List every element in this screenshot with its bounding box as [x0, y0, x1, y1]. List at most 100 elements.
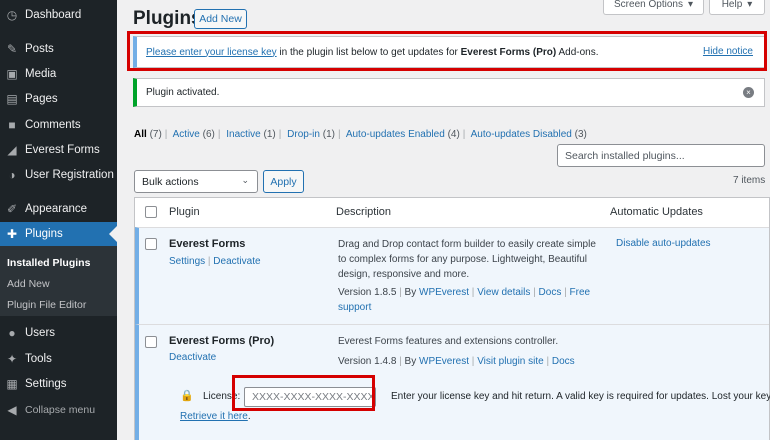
screen-options-label: Screen Options — [614, 0, 683, 10]
apply-button[interactable]: Apply — [263, 170, 304, 193]
menu-item-settings[interactable]: ▦ Settings — [0, 371, 117, 396]
row-checkbox[interactable] — [145, 238, 157, 250]
menu-label: Plugins — [25, 228, 63, 240]
pin-icon: ✎ — [6, 41, 18, 56]
row-checkbox[interactable] — [145, 336, 157, 348]
retrieve-key-link[interactable]: Retrieve it here — [180, 411, 248, 422]
hide-notice-link[interactable]: Hide notice — [703, 46, 753, 57]
caret-down-icon: ▾ — [747, 0, 753, 10]
collapse-label: Collapse menu — [25, 403, 96, 416]
submenu-plugin-file-editor[interactable]: Plugin File Editor — [7, 299, 86, 311]
menu-label: User Registration — [25, 168, 114, 181]
menu-label: Dashboard — [25, 8, 82, 21]
notice-text: Please enter your license key in the plu… — [146, 47, 599, 58]
license-placeholder: XXXX-XXXX-XXXX-XXXX — [252, 391, 375, 403]
submenu-add-new[interactable]: Add New — [7, 278, 50, 290]
filter-all[interactable]: All (7) — [134, 129, 162, 140]
license-notice: Please enter your license key in the plu… — [133, 36, 766, 68]
dashboard-icon: ◷ — [6, 7, 18, 22]
notice-text-part: Add-ons. — [556, 46, 599, 58]
license-label: License: — [203, 391, 241, 402]
menu-item-everest-forms[interactable]: ◢ Everest Forms — [0, 137, 117, 162]
menu-label: Appearance — [25, 202, 88, 215]
table-row: Everest Forms Settings | Deactivate Drag… — [135, 227, 769, 324]
users-icon: ● — [8, 325, 16, 340]
menu-label: Tools — [25, 352, 52, 365]
notice-plugin-name: Everest Forms (Pro) — [460, 46, 557, 58]
author-link[interactable]: WPEverest — [419, 356, 469, 367]
collapse-icon: ◀ — [7, 402, 17, 417]
filter-auto-updates-disabled[interactable]: Auto-updates Disabled (3) — [471, 129, 587, 140]
select-all-checkbox[interactable] — [145, 206, 157, 218]
filter-auto-updates-enabled[interactable]: Auto-updates Enabled (4) — [346, 129, 460, 140]
search-plugins-input[interactable]: Search installed plugins... — [557, 144, 765, 167]
menu-item-plugins[interactable]: ✚ Plugins — [0, 222, 117, 246]
docs-link[interactable]: Docs — [539, 287, 562, 298]
author-link[interactable]: WPEverest — [419, 287, 469, 298]
submenu-installed-plugins[interactable]: Installed Plugins — [7, 257, 90, 269]
menu-item-posts[interactable]: ✎ Posts — [0, 36, 117, 61]
filter-active[interactable]: Active (6) — [173, 129, 215, 140]
wrench-icon: ✦ — [6, 351, 18, 366]
screen-options-button[interactable]: Screen Options ▾ — [603, 0, 704, 15]
plugin-description: Everest Forms features and extensions co… — [338, 334, 558, 349]
plugin-version: Version 1.8.5 — [338, 287, 397, 298]
deactivate-link[interactable]: Deactivate — [169, 352, 216, 363]
page-icon: ▤ — [6, 91, 18, 106]
disable-auto-updates-link[interactable]: Disable auto-updates — [616, 238, 711, 249]
activated-text: Plugin activated. — [146, 87, 220, 98]
filter-drop-in[interactable]: Drop-in (1) — [287, 129, 335, 140]
plugin-actions: Settings | Deactivate — [169, 256, 261, 267]
license-row: 🔒 License: XXXX-XXXX-XXXX-XXXX Enter you… — [135, 376, 770, 440]
settings-link[interactable]: Settings — [169, 256, 205, 267]
menu-label: Media — [25, 67, 57, 80]
menu-label: Everest Forms — [25, 143, 100, 156]
free-support-link-wrap[interactable]: support — [338, 302, 371, 313]
menu-item-user-registration[interactable]: ◑ User Registration — [0, 162, 117, 187]
plugin-actions: Deactivate — [169, 352, 216, 363]
description-line: to complex forms for any purpose. Lightw… — [338, 254, 588, 265]
lock-icon: 🔒 — [180, 390, 194, 402]
page-title: Plugins — [133, 8, 202, 29]
plugin-description: Drag and Drop contact form builder to ea… — [338, 237, 596, 282]
column-header-description: Description — [336, 206, 392, 218]
menu-item-dashboard[interactable]: ◷ Dashboard — [0, 2, 117, 27]
retrieve-key-text: Retrieve it here. — [180, 411, 251, 422]
plugin-icon: ✚ — [6, 227, 18, 241]
menu-item-comments[interactable]: ■ Comments — [0, 112, 117, 137]
docs-link[interactable]: Docs — [552, 356, 575, 367]
caret-down-icon: ▾ — [687, 0, 693, 10]
free-support-link[interactable]: Free — [570, 287, 591, 298]
table-row: Everest Forms (Pro) Deactivate Everest F… — [135, 324, 769, 376]
menu-label: Pages — [25, 92, 58, 105]
visit-plugin-site-link[interactable]: Visit plugin site — [477, 356, 544, 367]
enter-license-link[interactable]: Please enter your license key — [146, 47, 277, 58]
deactivate-link[interactable]: Deactivate — [213, 256, 260, 267]
by-label: By — [404, 287, 417, 298]
add-new-button[interactable]: Add New — [194, 9, 247, 29]
menu-item-tools[interactable]: ✦ Tools — [0, 346, 117, 371]
menu-label: Comments — [25, 118, 81, 131]
menu-item-appearance[interactable]: ✐ Appearance — [0, 196, 117, 221]
plugin-name: Everest Forms — [169, 238, 246, 250]
bulk-actions-select[interactable]: Bulk actions ⌄ — [134, 170, 258, 193]
plugins-submenu: Installed Plugins Add New Plugin File Ed… — [0, 246, 117, 316]
collapse-menu-button[interactable]: ◀ Collapse menu — [0, 397, 117, 422]
activated-notice: Plugin activated. × — [133, 78, 765, 107]
chevron-down-icon: ⌄ — [241, 175, 249, 185]
menu-item-users[interactable]: ● Users — [0, 320, 117, 345]
brush-icon: ✐ — [6, 201, 18, 216]
period: . — [247, 411, 251, 422]
menu-item-pages[interactable]: ▤ Pages — [0, 86, 117, 111]
help-button[interactable]: Help ▾ — [709, 0, 765, 15]
license-key-input[interactable]: XXXX-XXXX-XXXX-XXXX — [244, 387, 376, 407]
dismiss-icon[interactable]: × — [743, 87, 754, 98]
column-header-plugin: Plugin — [169, 206, 200, 218]
filter-inactive[interactable]: Inactive (1) — [226, 129, 275, 140]
view-details-link[interactable]: View details — [477, 287, 530, 298]
help-label: Help — [721, 0, 743, 10]
license-help-text: Enter your license key and hit return. A… — [391, 391, 770, 402]
plugin-name: Everest Forms (Pro) — [169, 335, 275, 347]
menu-item-media[interactable]: ▣ Media — [0, 61, 117, 86]
plugins-table: Plugin Description Automatic Updates Eve… — [134, 197, 770, 440]
